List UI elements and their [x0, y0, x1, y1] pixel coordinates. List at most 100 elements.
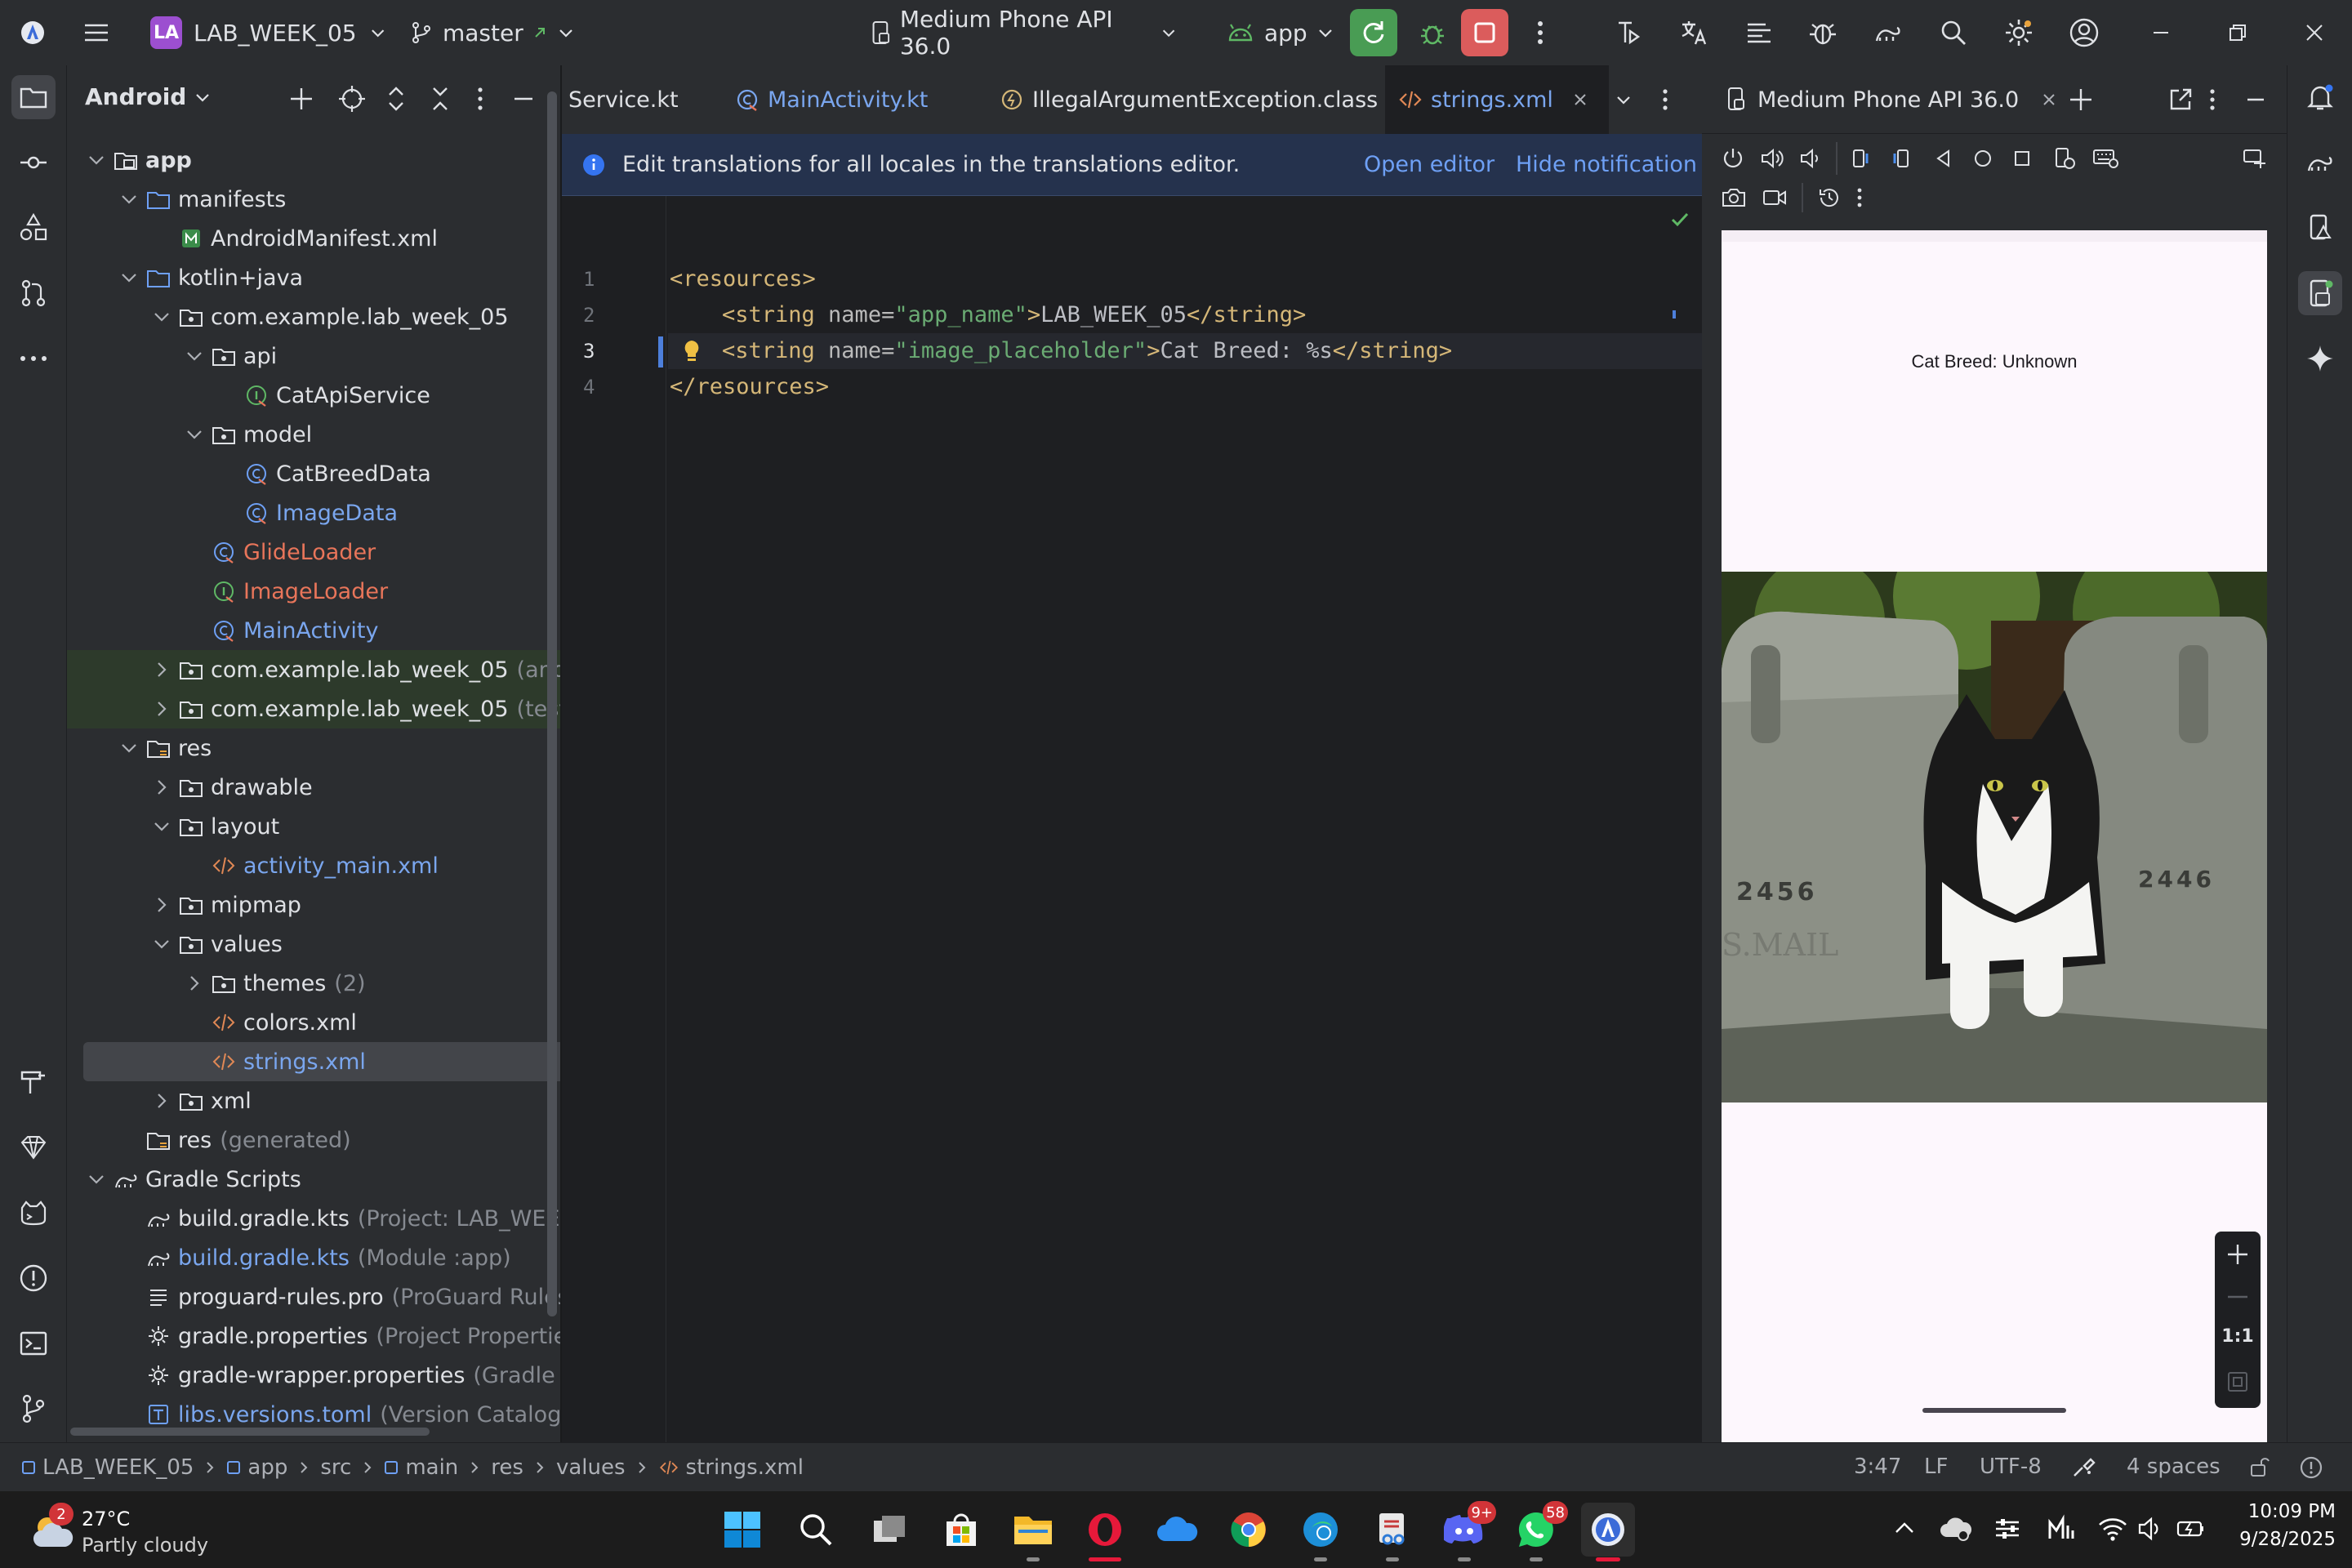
chevron-down-icon[interactable] — [149, 813, 175, 840]
device-manager-tool-icon[interactable] — [2298, 206, 2342, 250]
android-studio-taskbar-button[interactable] — [1581, 1503, 1635, 1561]
tree-horizontal-scrollbar[interactable] — [70, 1428, 430, 1436]
tree-item[interactable]: Gradle Scripts — [67, 1160, 557, 1199]
profiler-icon[interactable] — [1609, 0, 1648, 65]
tree-item[interactable]: activity_main.xml — [67, 846, 560, 885]
more-tools-icon[interactable] — [11, 336, 56, 381]
add-device-icon[interactable] — [2066, 85, 2096, 114]
tree-item[interactable]: res — [67, 728, 560, 768]
chevron-down-icon[interactable] — [149, 931, 175, 957]
code-line-3[interactable]: <string name="image_placeholder">Cat Bre… — [722, 333, 1452, 369]
rotate-left-icon[interactable] — [1849, 145, 1875, 172]
restore-window-icon[interactable] — [2213, 0, 2262, 65]
breadcrumb-item[interactable]: values — [556, 1455, 626, 1480]
tree-item[interactable]: gradle.properties (Project Properties) — [67, 1316, 560, 1356]
tree-item[interactable]: drawable — [67, 768, 560, 807]
version-control-icon[interactable] — [11, 1387, 56, 1431]
stop-button[interactable] — [1460, 0, 1509, 65]
discord-button[interactable]: 9+ — [1437, 1501, 1496, 1561]
zoom-fit-icon[interactable] — [2225, 1369, 2251, 1395]
volume-icon[interactable] — [2136, 1514, 2166, 1544]
tree-item[interactable]: com.example.lab_week_05(test) — [67, 689, 560, 728]
emulator-more-icon[interactable] — [1855, 185, 1864, 211]
taskbar-search-button[interactable] — [789, 1503, 843, 1557]
chevron-down-icon[interactable] — [83, 147, 109, 173]
breadcrumb-item[interactable]: LAB_WEEK_05 — [21, 1455, 194, 1480]
emulator-screen[interactable]: Cat Breed: Unknown 2456 2446 S.MAIL — [1722, 230, 2267, 1442]
zoom-in-icon[interactable] — [2225, 1241, 2251, 1267]
main-menu-icon[interactable] — [78, 0, 114, 65]
screen-record-icon[interactable] — [1761, 185, 1788, 211]
project-view-selector[interactable]: Android — [85, 83, 212, 110]
code-line-4[interactable]: </resources> — [670, 369, 829, 405]
tree-item[interactable]: proguard-rules.pro (ProGuard Rules fo — [67, 1277, 560, 1316]
hide-panel-icon[interactable] — [508, 83, 539, 114]
volume-up-icon[interactable] — [1759, 145, 1785, 172]
tree-item[interactable]: xml — [67, 1081, 560, 1120]
rotate-right-icon[interactable] — [1886, 145, 1913, 172]
close-tab-icon[interactable] — [1571, 91, 1589, 109]
gradle-sync-icon[interactable] — [1869, 0, 1908, 65]
overview-button-icon[interactable] — [2009, 145, 2035, 172]
weather-widget[interactable]: 2 27°C Partly cloudy — [24, 1501, 237, 1558]
tree-item[interactable]: themes (2) — [67, 964, 560, 1003]
tree-item[interactable]: GlideLoader — [67, 532, 560, 572]
power-icon[interactable] — [1720, 145, 1746, 172]
android-studio-logo-icon[interactable] — [13, 0, 52, 65]
keyboard-icon[interactable] — [2091, 145, 2120, 172]
chevron-right-icon[interactable] — [149, 657, 175, 683]
tab-list-chevron-icon[interactable] — [1614, 65, 1646, 134]
expand-all-icon[interactable] — [381, 83, 412, 114]
tree-item[interactable]: strings.xml — [83, 1042, 560, 1081]
breadcrumb-item[interactable]: res — [491, 1455, 523, 1480]
tree-item[interactable]: ImageLoader — [67, 572, 560, 611]
breadcrumb-item[interactable]: app — [226, 1455, 287, 1480]
problems-status-icon[interactable] — [2298, 1454, 2324, 1481]
tree-item[interactable]: gradle-wrapper.properties (Gradle Ve — [67, 1356, 560, 1395]
breadcrumb-item[interactable]: main — [384, 1455, 458, 1480]
device-tab[interactable]: Medium Phone API 36.0 — [1725, 82, 2058, 118]
tree-item[interactable]: manifests — [67, 180, 560, 219]
file-explorer-button[interactable] — [1006, 1503, 1060, 1561]
device-selector[interactable]: Medium Phone API 36.0 — [869, 0, 1178, 65]
chevron-right-icon[interactable] — [149, 1088, 175, 1114]
branch-selector[interactable]: master — [408, 0, 580, 65]
screenshot-icon[interactable] — [1720, 185, 1748, 211]
gradle-tool-icon[interactable] — [2298, 140, 2342, 185]
terminal-icon[interactable] — [11, 1321, 56, 1365]
breadcrumb-item[interactable]: strings.xml — [658, 1455, 804, 1480]
tab-options-icon[interactable] — [1661, 65, 1686, 134]
chevron-up-icon[interactable] — [1891, 1516, 1918, 1542]
tree-item[interactable]: MainActivity — [67, 611, 560, 650]
problems-icon[interactable] — [11, 1256, 56, 1300]
chevron-down-icon[interactable] — [181, 343, 207, 369]
close-tab-icon[interactable] — [2040, 91, 2058, 109]
chevron-right-icon[interactable] — [149, 892, 175, 918]
microsoft-store-button[interactable] — [934, 1503, 988, 1557]
collapse-all-icon[interactable] — [425, 83, 456, 114]
minimize-window-icon[interactable] — [2136, 0, 2185, 65]
settings-sliders-icon[interactable] — [1993, 1514, 2022, 1544]
code-line-2[interactable]: <string name="app_name">LAB_WEEK_05</str… — [722, 297, 1306, 333]
gemini-sparkle-icon[interactable] — [2298, 336, 2342, 381]
zoom-actual-size[interactable]: 1:1 — [2215, 1326, 2261, 1347]
tree-item[interactable]: app — [67, 140, 557, 180]
tree-item[interactable]: mipmap — [67, 885, 560, 924]
commit-tool-icon[interactable] — [11, 140, 56, 185]
tree-item[interactable]: colors.xml — [67, 1003, 560, 1042]
tree-item[interactable]: build.gradle.kts (Module :app) — [67, 1238, 560, 1277]
whatsapp-button[interactable]: 58 — [1509, 1501, 1568, 1561]
indent-setting[interactable]: 4 spaces — [2127, 1454, 2221, 1479]
chevron-down-icon[interactable] — [116, 735, 142, 761]
device-options-icon[interactable] — [2208, 85, 2216, 114]
new-file-icon[interactable] — [286, 83, 317, 114]
code-line-1[interactable]: <resources> — [670, 261, 816, 297]
back-button-icon[interactable] — [1931, 145, 1957, 172]
account-icon[interactable] — [2065, 0, 2104, 65]
tree-item[interactable]: model — [67, 415, 560, 454]
apply-changes-button[interactable] — [1349, 0, 1398, 65]
settings-gear-icon[interactable] — [1999, 0, 2038, 65]
code-style-icon[interactable] — [2069, 1453, 2097, 1481]
tree-item[interactable]: api — [67, 336, 560, 376]
wifi-icon[interactable] — [2097, 1514, 2128, 1544]
